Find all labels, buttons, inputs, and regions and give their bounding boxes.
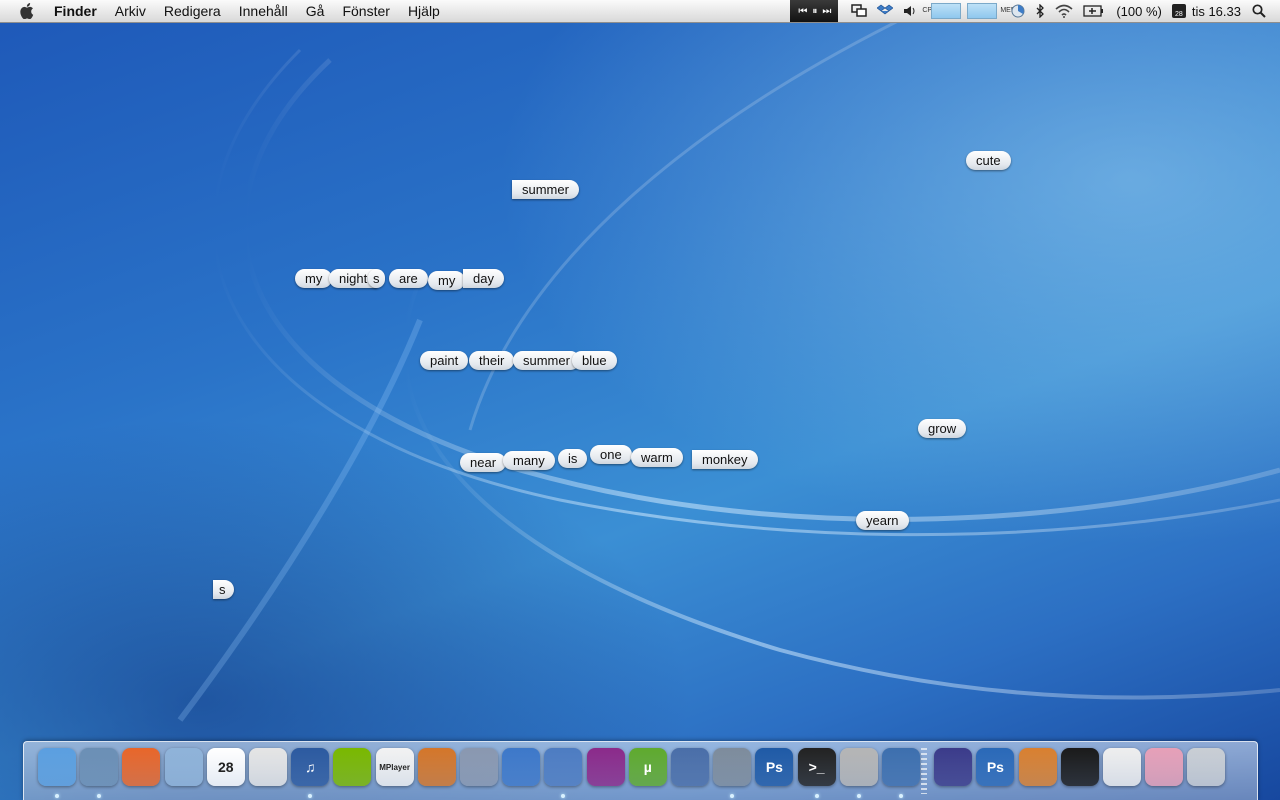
flower-app-icon[interactable] bbox=[586, 748, 625, 786]
word-tile-s-2[interactable]: s bbox=[213, 580, 234, 599]
word-tile-warm[interactable]: warm bbox=[631, 448, 683, 467]
word-tile-many[interactable]: many bbox=[503, 451, 555, 470]
keychain-icon[interactable] bbox=[839, 748, 878, 786]
running-indicator bbox=[97, 794, 102, 798]
running-indicator bbox=[730, 794, 735, 798]
preview-images-icon[interactable] bbox=[1145, 748, 1184, 786]
mplayer-label: MPlayer bbox=[379, 762, 410, 772]
menu-fonster[interactable]: Fönster bbox=[342, 3, 389, 19]
bluetooth-icon[interactable] bbox=[1035, 4, 1045, 18]
word-tile-are[interactable]: are bbox=[389, 269, 428, 288]
word-tile-summer[interactable]: summer bbox=[512, 180, 579, 199]
media-controls: ⏮ ⏸ ⏭ bbox=[790, 0, 839, 22]
running-indicator bbox=[856, 794, 861, 798]
screen-sharing-icon[interactable] bbox=[851, 4, 868, 18]
wifi-icon[interactable] bbox=[1055, 4, 1073, 18]
mail-stamp-icon[interactable] bbox=[164, 748, 203, 786]
terminal-label: >_ bbox=[808, 759, 825, 775]
running-indicator bbox=[899, 794, 903, 798]
ical-icon[interactable]: 28 bbox=[206, 748, 245, 786]
previous-track-icon[interactable]: ⏮ bbox=[798, 6, 807, 17]
word-tile-monkey[interactable]: monkey bbox=[692, 450, 758, 469]
trash-icon[interactable] bbox=[1187, 748, 1226, 786]
word-tile-blue[interactable]: blue bbox=[572, 351, 617, 370]
desktop[interactable]: cute summer my night s are my day paint … bbox=[0, 0, 1280, 800]
keynote2-icon[interactable] bbox=[1018, 748, 1057, 786]
word-tile-grow[interactable]: grow bbox=[918, 419, 967, 438]
finder-icon[interactable] bbox=[38, 748, 76, 786]
battery-percentage[interactable]: (100 %) bbox=[1116, 4, 1162, 19]
running-indicator bbox=[814, 794, 819, 798]
firefox-icon[interactable] bbox=[122, 748, 161, 786]
spotify-icon[interactable] bbox=[333, 748, 372, 786]
word-tile-day[interactable]: day bbox=[463, 269, 504, 288]
word-tile-cute[interactable]: cute bbox=[966, 151, 1011, 170]
menu-app-finder[interactable]: Finder bbox=[54, 3, 97, 19]
running-indicator bbox=[55, 794, 59, 798]
word-tile-paint[interactable]: paint bbox=[420, 351, 469, 370]
eclipse-icon[interactable] bbox=[934, 748, 973, 786]
spotlight-search-icon[interactable] bbox=[1252, 4, 1266, 18]
activity-monitor-icon[interactable] bbox=[1060, 748, 1099, 786]
menu-hjalp[interactable]: Hjälp bbox=[408, 3, 440, 19]
cpu-graph-2[interactable] bbox=[967, 3, 998, 19]
utorrent-label: µ bbox=[643, 759, 652, 775]
apple-menu-icon[interactable] bbox=[18, 2, 36, 20]
menu-ga[interactable]: Gå bbox=[306, 3, 325, 19]
xcode-icon[interactable] bbox=[544, 748, 583, 786]
adium-icon[interactable] bbox=[249, 748, 287, 786]
terminal-icon[interactable]: >_ bbox=[797, 748, 836, 786]
word-tile-summer-2[interactable]: summer bbox=[513, 351, 580, 370]
photoshop-cs-label: Ps bbox=[986, 759, 1004, 775]
word-tile-one[interactable]: one bbox=[590, 445, 632, 464]
ical-label: 28 bbox=[218, 759, 234, 775]
dock-separator[interactable] bbox=[921, 748, 928, 794]
itunes-icon[interactable]: ♫ bbox=[291, 748, 330, 786]
wallpaper-swoosh bbox=[177, 18, 1280, 722]
scale-icon[interactable] bbox=[713, 748, 752, 786]
photoshop-icon[interactable]: Ps bbox=[755, 748, 794, 786]
menu-redigera[interactable]: Redigera bbox=[164, 3, 221, 19]
word-tile-is[interactable]: is bbox=[558, 449, 588, 468]
dropbox-icon[interactable] bbox=[877, 4, 894, 18]
menubar-clock[interactable]: tis 16.33 bbox=[1192, 4, 1241, 19]
vmware-icon[interactable] bbox=[671, 748, 709, 786]
word-tile-my[interactable]: my bbox=[295, 269, 333, 288]
volume-icon[interactable] bbox=[903, 5, 917, 17]
menu-bar: Finder Arkiv Redigera Innehåll Gå Fönste… bbox=[0, 0, 1280, 23]
mplayer-icon[interactable]: MPlayer bbox=[375, 748, 414, 786]
mem-label: MEM bbox=[1000, 7, 1017, 14]
word-tile-their[interactable]: their bbox=[469, 351, 515, 370]
next-track-icon[interactable]: ⏭ bbox=[822, 6, 831, 17]
itunes-label: ♫ bbox=[304, 759, 316, 775]
running-indicator bbox=[308, 794, 313, 798]
keynote-icon[interactable] bbox=[417, 748, 456, 786]
running-indicator bbox=[561, 794, 566, 798]
word-tile-s[interactable]: s bbox=[368, 269, 385, 288]
calendar-icon[interactable]: 28 bbox=[1171, 4, 1186, 18]
status-area: ⏮ ⏸ ⏭ CPU MEM (100 %) 28 tis 16.33 bbox=[790, 0, 1280, 22]
migration-icon[interactable] bbox=[882, 748, 920, 786]
memory-pie-icon[interactable] bbox=[1011, 4, 1025, 18]
menu-innehall[interactable]: Innehåll bbox=[239, 3, 288, 19]
grapher-icon[interactable] bbox=[502, 748, 541, 786]
quill-icon[interactable] bbox=[460, 748, 498, 786]
word-tile-near[interactable]: near bbox=[460, 453, 507, 472]
battery-icon[interactable] bbox=[1083, 5, 1105, 17]
pause-icon[interactable]: ⏸ bbox=[812, 6, 817, 17]
utorrent-icon[interactable]: µ bbox=[628, 748, 667, 786]
photoshop-cs-icon[interactable]: Ps bbox=[976, 748, 1015, 786]
word-tile-yearn[interactable]: yearn bbox=[856, 511, 909, 530]
dock: 28 ♫ MPlayer µ Ps >_ Ps bbox=[23, 741, 1258, 800]
document-icon[interactable] bbox=[1103, 748, 1141, 786]
word-tile-my-2[interactable]: my bbox=[428, 271, 466, 290]
safari-icon[interactable] bbox=[80, 748, 119, 786]
menu-arkiv[interactable]: Arkiv bbox=[115, 3, 146, 19]
photoshop-label: Ps bbox=[765, 759, 783, 775]
cpu-label: CPU bbox=[922, 7, 938, 14]
cpu-graph-1[interactable] bbox=[931, 3, 962, 19]
